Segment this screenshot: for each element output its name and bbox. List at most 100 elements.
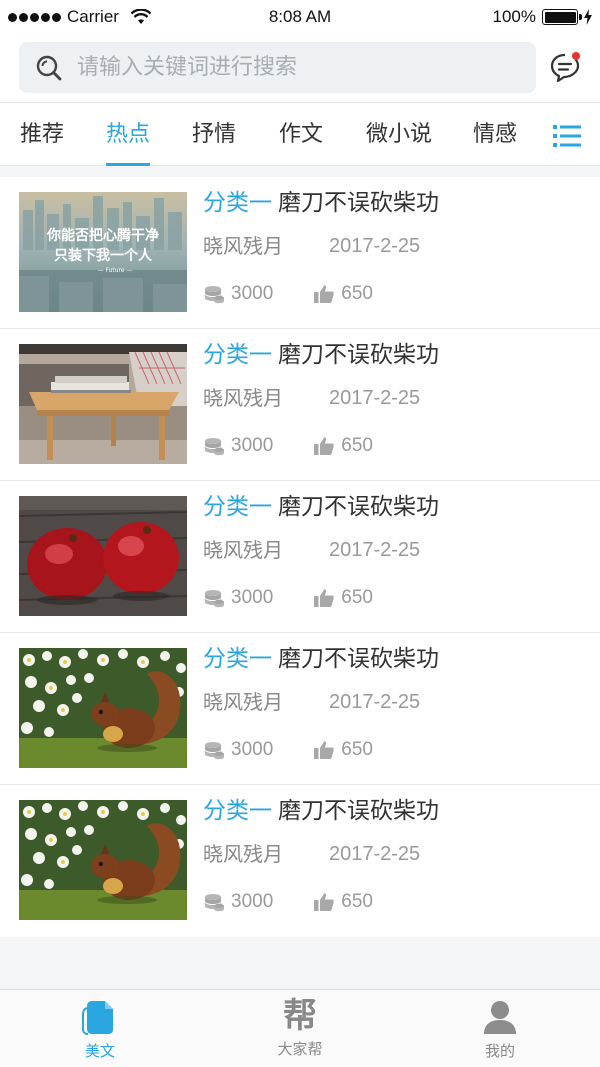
nav-articles[interactable]: 美文 (40, 990, 160, 1067)
user-icon (484, 1001, 516, 1034)
article-stats: 3000 650 (203, 435, 373, 457)
nav-community-help-label: 大家帮 (277, 1040, 323, 1058)
article-author: 晓风残月 (203, 690, 283, 714)
likes-stat[interactable]: 650 (313, 739, 373, 761)
article-thumbnail (19, 800, 187, 920)
thumbs-up-icon (314, 893, 335, 911)
bang-icon: 帮 (283, 996, 317, 1036)
thumbnail-caption-line1: 你能否把心腾干净 (46, 227, 159, 244)
article-title: 分类一 磨刀不误砍柴功 (203, 335, 439, 375)
likes-count: 650 (341, 891, 373, 912)
nav-profile[interactable]: 我的 (440, 990, 560, 1067)
charging-icon (584, 9, 592, 25)
article-item[interactable]: 分类一 磨刀不误砍柴功 晓风残月 2017-2-25 3000 650 (0, 633, 600, 785)
article-category: 分类一 (203, 646, 272, 672)
coins-stat: 3000 (203, 891, 273, 913)
message-icon[interactable] (549, 50, 583, 84)
nav-profile-label: 我的 (484, 1042, 515, 1060)
likes-count: 650 (341, 283, 373, 304)
article-date: 2017-2-25 (329, 691, 421, 713)
coins-stat: 3000 (203, 739, 273, 761)
article-author: 晓风残月 (203, 234, 283, 258)
battery-percent: 100% (492, 7, 536, 26)
article-stats: 3000 650 (203, 891, 373, 913)
tab-micro-fiction[interactable]: 微小说 (366, 103, 432, 166)
article-title: 分类一 磨刀不误砍柴功 (203, 183, 439, 223)
coins-count: 3000 (231, 283, 274, 304)
article-item[interactable]: 分类一 磨刀不误砍柴功 晓风残月 2017-2-25 3000 650 (0, 785, 600, 937)
document-icon (82, 1001, 113, 1035)
article-author: 晓风残月 (203, 842, 283, 866)
thumbs-up-icon (314, 741, 335, 759)
coins-icon (205, 286, 224, 304)
coins-icon (205, 438, 224, 456)
coins-icon (205, 742, 224, 760)
status-bar: Carrier 8:08 AM 100% (0, 0, 600, 34)
likes-count: 650 (341, 435, 373, 456)
thumbs-up-icon (314, 589, 335, 607)
likes-count: 650 (341, 587, 373, 608)
article-item[interactable]: 你能否把心腾干净 只装下我一个人 — Future — 分类一 磨刀不误砍柴功 晓… (0, 177, 600, 329)
thumbs-up-icon (314, 437, 335, 455)
tab-recommend[interactable]: 推荐 (20, 103, 64, 166)
coins-stat: 3000 (203, 435, 273, 457)
coins-count: 3000 (231, 435, 274, 456)
city-skyline-image: 你能否把心腾干净 只装下我一个人 — Future — (19, 192, 187, 312)
article-name: 磨刀不误砍柴功 (278, 798, 439, 824)
likes-stat[interactable]: 650 (313, 283, 373, 305)
article-stats: 3000 650 (203, 283, 373, 305)
tab-emotion[interactable]: 情感 (473, 103, 517, 166)
squirrel-image (19, 800, 187, 920)
article-stats: 3000 650 (203, 739, 373, 761)
table-books-image (19, 344, 187, 464)
nav-articles-label: 美文 (84, 1042, 115, 1060)
likes-stat[interactable]: 650 (313, 587, 373, 609)
article-author: 晓风残月 (203, 386, 283, 410)
coins-icon (205, 590, 224, 608)
coins-stat: 3000 (203, 283, 273, 305)
notification-dot (572, 52, 580, 60)
likes-stat[interactable]: 650 (313, 891, 373, 913)
article-author: 晓风残月 (203, 538, 283, 562)
apples-image (19, 496, 187, 616)
coins-stat: 3000 (203, 587, 273, 609)
article-name: 磨刀不误砍柴功 (278, 494, 439, 520)
tab-hot[interactable]: 热点 (105, 103, 151, 166)
coins-count: 3000 (231, 739, 274, 760)
article-date: 2017-2-25 (329, 539, 421, 561)
coins-count: 3000 (231, 891, 274, 912)
article-thumbnail: 你能否把心腾干净 只装下我一个人 — Future — (19, 192, 187, 312)
category-tabs: 推荐 热点 抒情 作文 微小说 情感 (0, 102, 600, 166)
article-category: 分类一 (203, 190, 272, 216)
article-date: 2017-2-25 (329, 235, 421, 257)
article-thumbnail (19, 344, 187, 464)
search-input[interactable] (77, 55, 536, 80)
bottom-nav: 美文 帮 大家帮 我的 (0, 989, 600, 1067)
search-icon (36, 55, 62, 80)
article-item[interactable]: 分类一 磨刀不误砍柴功 晓风残月 2017-2-25 3000 650 (0, 329, 600, 481)
likes-count: 650 (341, 739, 373, 760)
thumbs-up-icon (314, 285, 335, 303)
article-title: 分类一 磨刀不误砍柴功 (203, 639, 439, 679)
list-menu-icon[interactable] (553, 124, 581, 148)
coins-icon (205, 894, 224, 912)
article-category: 分类一 (203, 798, 272, 824)
article-thumbnail (19, 496, 187, 616)
article-thumbnail (19, 648, 187, 768)
battery-icon (542, 9, 582, 25)
article-item[interactable]: 分类一 磨刀不误砍柴功 晓风残月 2017-2-25 3000 650 (0, 481, 600, 633)
article-list: 你能否把心腾干净 只装下我一个人 — Future — 分类一 磨刀不误砍柴功 晓… (0, 177, 600, 937)
search-box[interactable] (19, 42, 536, 93)
tab-composition[interactable]: 作文 (279, 103, 323, 166)
tab-lyric[interactable]: 抒情 (192, 103, 236, 166)
squirrel-image (19, 648, 187, 768)
thumbnail-caption-tag: — Future — (98, 267, 133, 274)
article-title: 分类一 磨刀不误砍柴功 (203, 487, 439, 527)
likes-stat[interactable]: 650 (313, 435, 373, 457)
nav-community-help[interactable]: 帮 大家帮 (240, 990, 360, 1067)
article-name: 磨刀不误砍柴功 (278, 342, 439, 368)
battery-fill (544, 11, 576, 23)
thumbnail-caption-line2: 只装下我一个人 (54, 247, 153, 264)
status-right: 100% (493, 7, 592, 27)
search-header (0, 34, 600, 102)
